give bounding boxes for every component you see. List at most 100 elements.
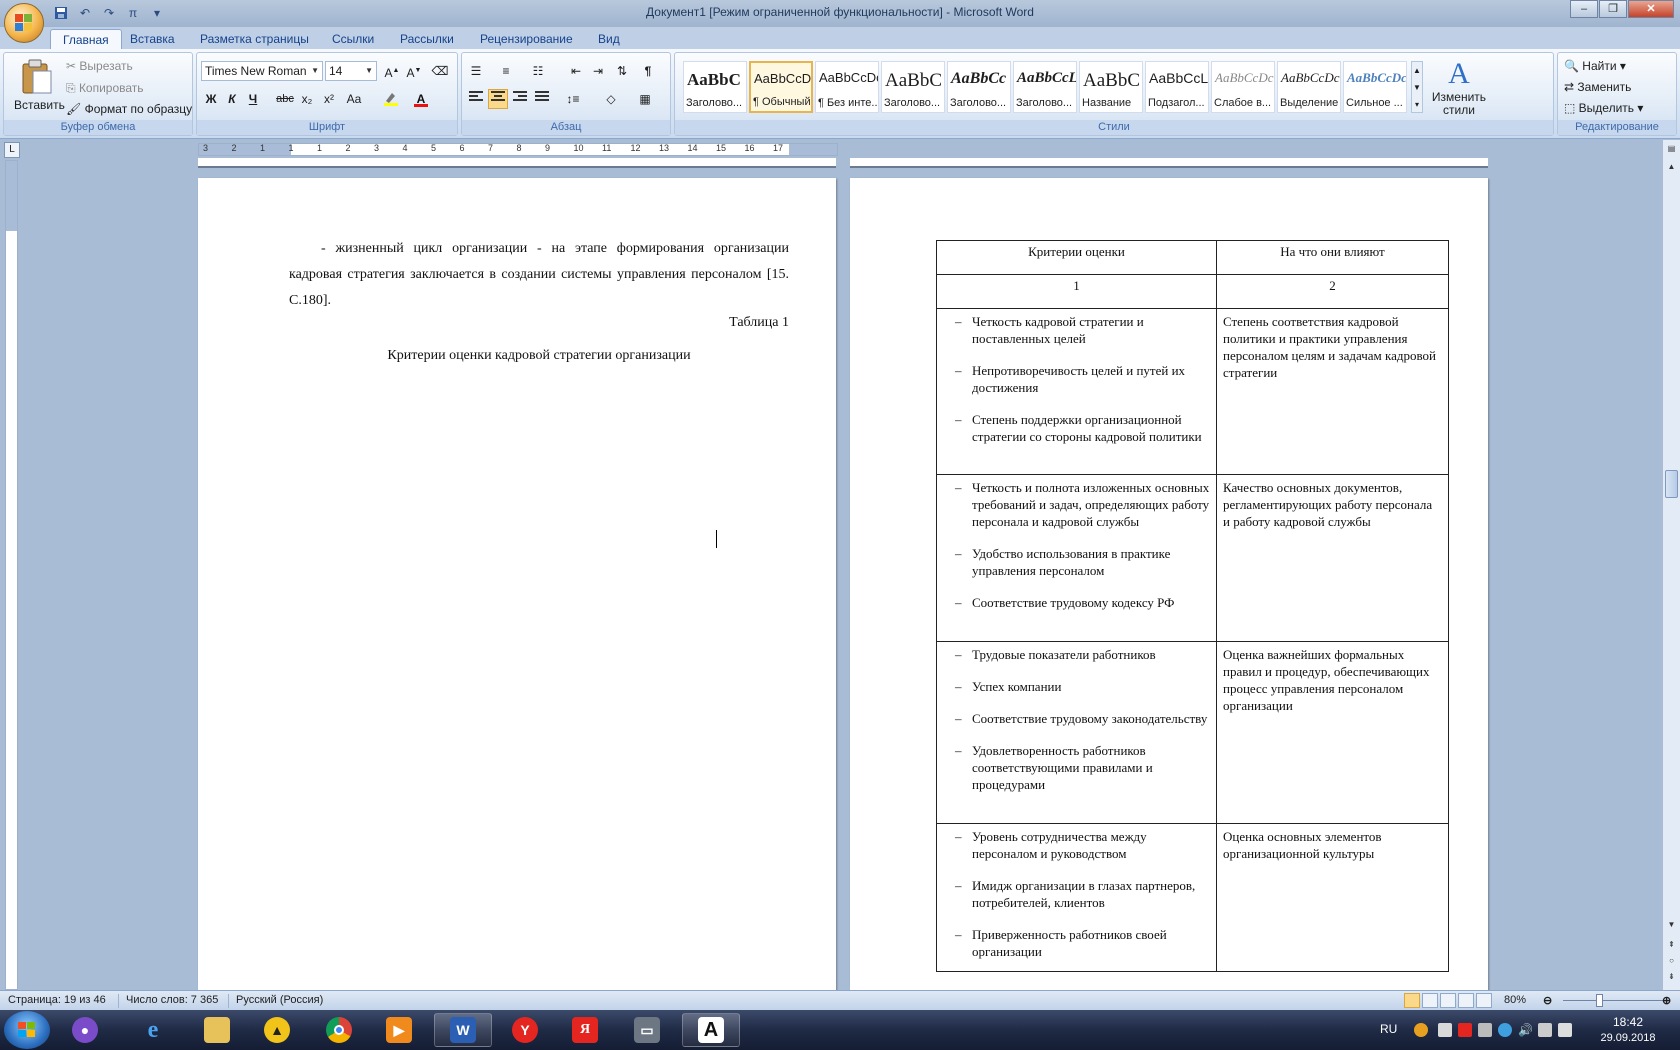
taskbar-ie[interactable]: e [124,1013,182,1047]
zoom-slider-knob[interactable] [1596,994,1603,1007]
font-color-icon[interactable]: A [411,89,431,109]
draft-view-icon[interactable] [1476,993,1492,1008]
volume-icon[interactable]: 🔊 [1518,1023,1533,1037]
taskbar-explorer[interactable] [188,1013,246,1047]
bold-button[interactable]: Ж [201,89,221,109]
italic-button[interactable]: К [222,89,242,109]
tab-references[interactable]: Ссылки [320,29,386,49]
full-screen-reading-view-icon[interactable] [1422,993,1438,1008]
select-button[interactable]: ⬚ Выделить ▾ [1564,101,1643,115]
ruler-toggle-icon[interactable]: ▤ [1665,144,1678,158]
table-header-cell[interactable]: Критерии оценки [936,240,1217,275]
style-no-spacing[interactable]: AaBbCcDc ¶ Без инте... [815,61,879,113]
previous-page-icon[interactable]: ⇞ [1665,940,1678,954]
next-page-icon[interactable]: ⇟ [1665,972,1678,986]
tray-app-icon[interactable] [1438,1023,1452,1037]
subscript-button[interactable]: x₂ [297,89,317,109]
body-paragraph[interactable]: - жизненный цикл организации - на этапе … [289,236,789,314]
input-language[interactable]: RU [1380,1022,1397,1036]
numbering-icon[interactable]: ≡ [496,61,516,81]
effect-cell[interactable]: Оценка важнейших формальных правил и про… [1216,641,1449,824]
table-title[interactable]: Критерии оценки кадровой стратегии орган… [289,348,789,364]
zoom-slider[interactable] [1563,1000,1663,1001]
clock[interactable]: 18:42 29.09.2018 [1600,1014,1656,1046]
network-icon[interactable] [1538,1023,1552,1037]
change-styles-button[interactable]: A Изменить стили [1427,57,1491,119]
style-normal[interactable]: AaBbCcDc ¶ Обычный [749,61,813,113]
format-painter-button[interactable]: 🖌 Формат по образцу [66,102,192,116]
effect-cell[interactable]: Степень соответствия кадровой политики и… [1216,308,1449,475]
superscript-button[interactable]: x² [319,89,339,109]
taskbar-yandex[interactable]: Я [556,1013,614,1047]
printer-icon[interactable] [1478,1023,1492,1037]
taskbar-word[interactable]: W [434,1013,492,1047]
document-workspace[interactable]: - жизненный цикл организации - на этапе … [22,158,1662,990]
browse-object-icon[interactable]: ○ [1665,956,1678,970]
office-button[interactable] [4,3,44,43]
table-number-cell[interactable]: 2 [1216,274,1449,309]
tab-mailings[interactable]: Рассылки [388,29,466,49]
shrink-font-icon[interactable]: A▼ [404,61,424,81]
table-number[interactable]: Таблица 1 [289,315,789,331]
effect-cell[interactable]: Оценка основных элементов организационно… [1216,823,1449,972]
styles-scroll[interactable]: ▲ ▼ ▾ [1411,61,1423,113]
taskbar-scanner[interactable]: ▭ [618,1013,676,1047]
criteria-table[interactable]: Критерии оценки На что они влияют 1 2 Че… [936,240,1449,972]
style-intense-emphasis[interactable]: AaBbCcDc Сильное ... [1343,61,1407,113]
vertical-ruler[interactable] [5,160,18,990]
cut-button[interactable]: ✂ Вырезать [66,59,133,73]
criteria-cell[interactable]: Четкость кадровой стратегии и поставленн… [936,308,1217,475]
criteria-cell[interactable]: Трудовые показатели работников Успех ком… [936,641,1217,824]
zoom-out-icon[interactable]: ⊖ [1543,994,1552,1007]
style-title[interactable]: AaBbC Название [1079,61,1143,113]
restore-button[interactable]: ❐ [1599,0,1627,18]
line-spacing-icon[interactable]: ↕≡ [560,89,586,109]
table-header-cell[interactable]: На что они влияют [1216,240,1449,275]
borders-icon[interactable]: ▦ [632,89,658,109]
tab-insert[interactable]: Вставка [118,29,187,49]
language-indicator[interactable]: Русский (Россия) [236,994,323,1006]
page-left[interactable]: - жизненный цикл организации - на этапе … [198,178,836,990]
taskbar-font-app[interactable]: A [682,1013,740,1047]
minimize-button[interactable]: – [1570,0,1598,18]
underline-button[interactable]: Ч [243,89,263,109]
tray-app-icon[interactable] [1498,1023,1512,1037]
style-subtitle[interactable]: AaBbCcL Подзагол... [1145,61,1209,113]
decrease-indent-icon[interactable]: ⇤ [566,61,586,81]
page-indicator[interactable]: Страница: 19 из 46 [8,994,106,1006]
clear-formatting-icon[interactable]: ⌫ [430,61,450,81]
find-button[interactable]: 🔍 Найти ▾ [1564,59,1626,73]
table-number-cell[interactable]: 1 [936,274,1217,309]
action-center-icon[interactable] [1558,1023,1572,1037]
scroll-down-icon[interactable]: ▼ [1665,920,1678,934]
tab-selector[interactable]: L [4,142,20,158]
tab-review[interactable]: Рецензирование [468,29,585,49]
tray-app-icon[interactable] [1458,1023,1472,1037]
style-emphasis[interactable]: AaBbCcDc Выделение [1277,61,1341,113]
style-heading-4[interactable]: AaBbCcL Заголово... [1013,61,1077,113]
web-layout-view-icon[interactable] [1440,993,1456,1008]
copy-button[interactable]: ⎘ Копировать [66,81,144,96]
style-subtle-emphasis[interactable]: AaBbCcDc Слабое в... [1211,61,1275,113]
criteria-cell[interactable]: Уровень сотрудничества между персоналом … [936,823,1217,972]
multilevel-list-icon[interactable]: ☷ [528,61,548,81]
highlight-icon[interactable] [381,89,401,109]
change-case-button[interactable]: Aa [341,89,367,109]
taskbar-mic-app[interactable]: ● [56,1013,114,1047]
justify-icon[interactable] [532,89,552,109]
taskbar-yandex-browser[interactable]: Y [496,1013,554,1047]
tray-app-icon[interactable] [1414,1023,1428,1037]
font-size-combo[interactable]: 14 ▼ [325,61,377,81]
close-button[interactable]: ✕ [1628,0,1674,18]
word-count[interactable]: Число слов: 7 365 [126,994,218,1006]
strikethrough-button[interactable]: abc [275,89,295,109]
tab-view[interactable]: Вид [586,29,632,49]
bullets-icon[interactable]: ☰ [466,61,486,81]
vertical-scrollbar[interactable]: ▤ ▲ ▼ ⇞ ○ ⇟ [1662,140,1680,990]
taskbar-app-triangle[interactable]: ▲ [248,1013,306,1047]
page-right[interactable]: Критерии оценки На что они влияют 1 2 Че… [850,178,1488,990]
effect-cell[interactable]: Качество основных документов, регламенти… [1216,474,1449,642]
replace-button[interactable]: ⇄ Заменить [1564,80,1631,94]
print-layout-view-icon[interactable] [1404,993,1420,1008]
tab-page-layout[interactable]: Разметка страницы [188,29,321,49]
